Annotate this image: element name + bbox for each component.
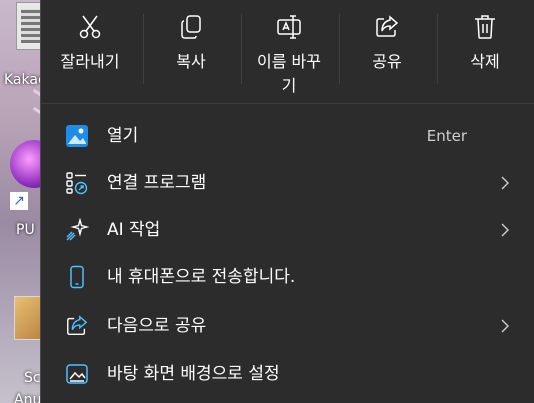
share-icon <box>65 314 89 338</box>
share-button[interactable]: 공유 <box>338 0 436 100</box>
wallpaper-icon <box>65 362 89 386</box>
menu-item-label: 열기 <box>107 126 139 146</box>
share-label: 공유 <box>372 52 402 71</box>
scissors-icon <box>41 14 139 40</box>
rename-button[interactable]: 이름 바꾸 기 <box>240 0 338 100</box>
menu-item-label: 다음으로 공유 <box>107 316 207 336</box>
rename-icon <box>240 14 338 40</box>
cut-button[interactable]: 잘라내기 <box>41 0 139 100</box>
menu-item-send-to-phone[interactable]: 내 휴대폰으로 전송합니다. <box>51 254 527 300</box>
open-with-icon <box>65 171 89 195</box>
photos-app-icon <box>65 124 89 148</box>
cut-label: 잘라내기 <box>60 52 120 71</box>
menu-item-label: 바탕 화면 배경으로 설정 <box>107 364 280 384</box>
chevron-right-icon <box>501 319 509 333</box>
copy-label: 복사 <box>176 52 206 71</box>
desktop-icon-label: Anu <box>14 392 42 403</box>
shortcut-arrow-icon: ↗ <box>10 192 28 210</box>
menu-item-set-as-wallpaper[interactable]: 바탕 화면 배경으로 설정 <box>51 351 527 397</box>
context-menu-toolbar: 잘라내기 복사 이름 바꾸 기 공유 삭제 <box>41 0 534 104</box>
menu-item-label: 연결 프로그램 <box>107 173 207 193</box>
menu-item-open[interactable]: 열기 Enter <box>51 113 527 159</box>
copy-icon <box>142 14 240 40</box>
chevron-right-icon <box>501 223 509 237</box>
copy-button[interactable]: 복사 <box>142 0 240 100</box>
rename-label-line1: 이름 바꾸 <box>257 52 321 71</box>
menu-item-share-with[interactable]: 다음으로 공유 <box>51 303 527 349</box>
menu-item-open-with[interactable]: 연결 프로그램 <box>51 160 527 206</box>
phone-icon <box>65 265 89 289</box>
delete-button[interactable]: 삭제 <box>436 0 534 100</box>
menu-item-ai-actions[interactable]: AI 작업 <box>51 207 527 253</box>
menu-item-label: AI 작업 <box>107 220 161 240</box>
rename-label-line2: 기 <box>281 76 297 95</box>
chevron-right-icon <box>501 176 509 190</box>
rename-label: 이름 바꾸 기 <box>240 50 338 98</box>
trash-icon <box>436 14 534 40</box>
desktop-icon-label: PU <box>16 222 35 238</box>
desktop-icon-label: Sc <box>24 370 41 386</box>
accelerator-text: Enter <box>426 127 467 145</box>
menu-item-label: 내 휴대폰으로 전송합니다. <box>107 267 296 287</box>
context-menu: 잘라내기 복사 이름 바꾸 기 공유 삭제 열기 Enter 연결 프로그램 A… <box>40 0 534 403</box>
share-icon <box>338 14 436 40</box>
ai-sparkle-icon <box>65 218 89 242</box>
delete-label: 삭제 <box>470 52 500 71</box>
